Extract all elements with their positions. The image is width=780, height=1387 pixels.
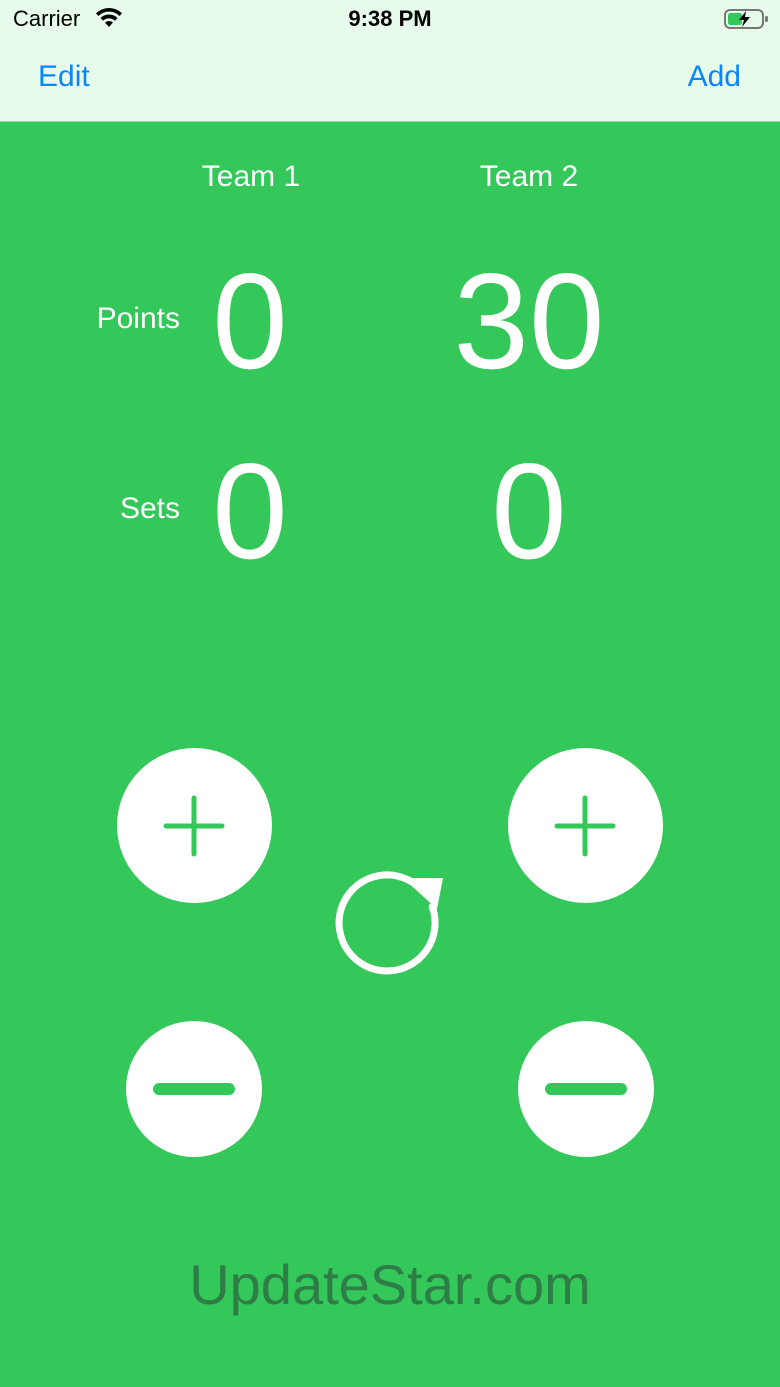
team-2-minus-button[interactable] <box>518 1021 654 1157</box>
team-1-points: 0 <box>212 245 288 397</box>
battery-charging-icon <box>724 9 768 29</box>
minus-icon <box>545 1083 627 1095</box>
reset-icon <box>335 871 443 975</box>
watermark: UpdateStar.com <box>189 1253 591 1316</box>
add-button[interactable]: Add <box>688 60 741 94</box>
minus-icon <box>153 1083 235 1095</box>
team-1-sets: 0 <box>212 435 288 587</box>
team-2-sets: 0 <box>491 435 567 587</box>
team-1-plus-button[interactable] <box>117 748 272 903</box>
team-2-label: Team 2 <box>479 160 579 193</box>
top-bar: Carrier 9:38 PM Edit Add <box>0 0 780 122</box>
plus-icon <box>163 795 225 857</box>
team-1-minus-button[interactable] <box>126 1021 262 1157</box>
edit-button[interactable]: Edit <box>38 60 90 94</box>
clock: 9:38 PM <box>348 6 432 31</box>
plus-icon <box>554 795 616 857</box>
reset-button[interactable] <box>331 862 449 980</box>
team-2-points: 30 <box>453 245 605 397</box>
status-bar: Carrier 9:38 PM <box>0 0 780 40</box>
team-2-plus-button[interactable] <box>508 748 663 903</box>
team-1-label: Team 1 <box>201 160 301 193</box>
